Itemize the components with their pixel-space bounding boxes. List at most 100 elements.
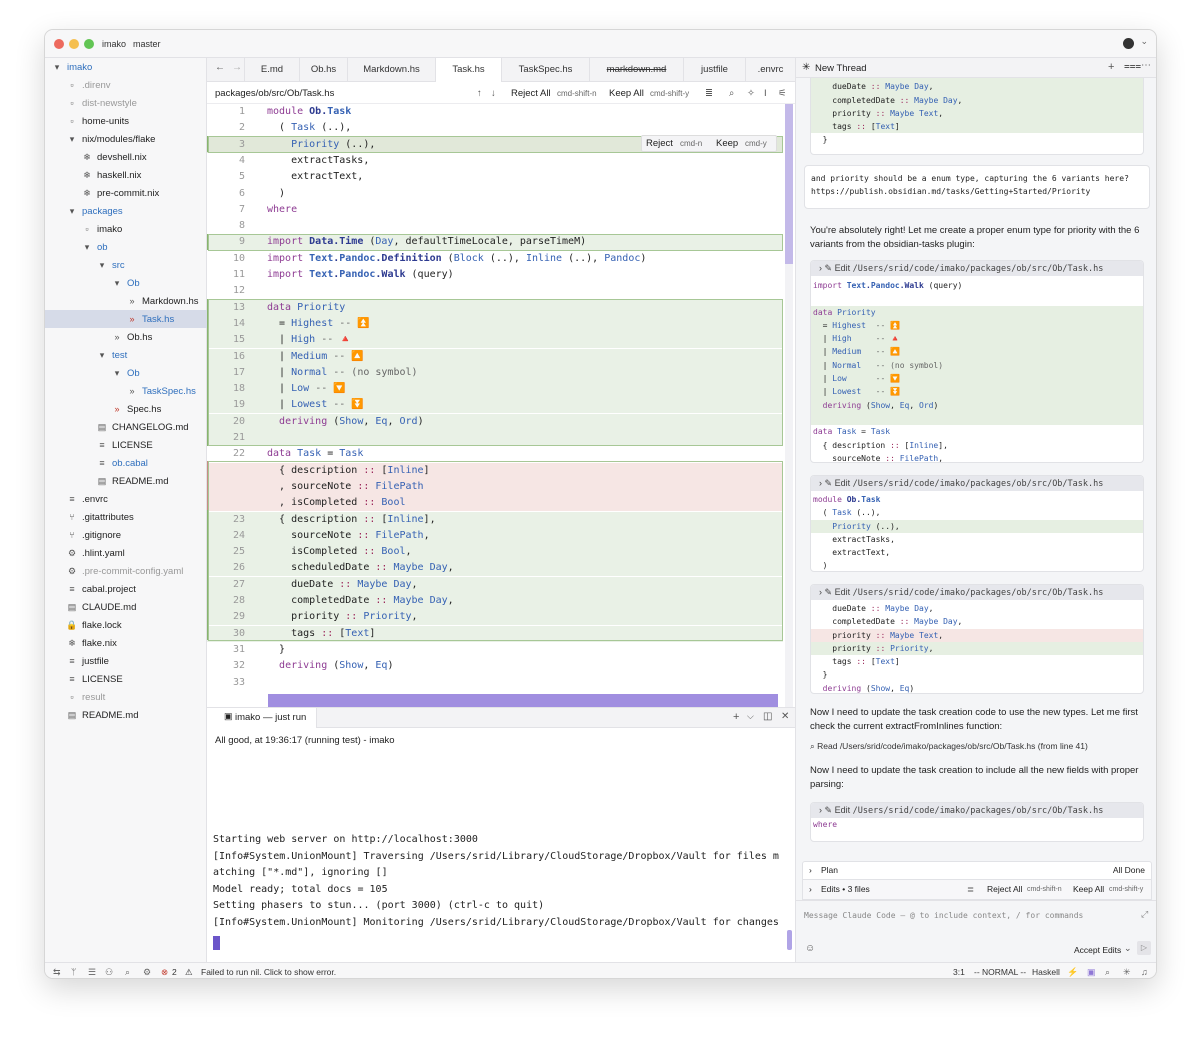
close-icon[interactable]: ✕ bbox=[781, 711, 789, 722]
tree-item[interactable]: ⑂ .gitignore bbox=[45, 526, 207, 544]
editor-scrollbar[interactable] bbox=[785, 104, 793, 707]
tree-item[interactable]: ▫ imako bbox=[45, 220, 207, 238]
bell-icon[interactable]: ♫ bbox=[1141, 967, 1148, 977]
sparkle-icon[interactable]: ✧ bbox=[747, 88, 755, 99]
tree-item[interactable]: ▫ home-units bbox=[45, 112, 207, 130]
zoom-icon[interactable]: ⌕ bbox=[1105, 967, 1110, 978]
send-button[interactable]: ▷ bbox=[1137, 941, 1151, 955]
forward-arrow-icon[interactable]: → bbox=[232, 62, 242, 73]
tree-item[interactable]: ≡ LICENSE bbox=[45, 670, 207, 688]
tree-item[interactable]: ❄ devshell.nix bbox=[45, 148, 207, 166]
tree-item[interactable]: ▤ CLAUDE.md bbox=[45, 598, 207, 616]
tree-item[interactable]: ≡ justfile bbox=[45, 652, 207, 670]
terminal-tab[interactable]: ▣ imako — just run bbox=[207, 708, 317, 728]
tree-item[interactable]: ⚙ .hlint.yaml bbox=[45, 544, 207, 562]
tab-taskspec-hs[interactable]: TaskSpec.hs bbox=[501, 58, 589, 82]
search-icon[interactable]: ⌕ bbox=[125, 967, 130, 978]
tab-envrc[interactable]: .envrc bbox=[745, 58, 795, 82]
chevron-down-icon[interactable]: ⌄ bbox=[1140, 36, 1148, 47]
history-icon[interactable]: ⩶ bbox=[1124, 61, 1141, 72]
tree-item[interactable]: ▾ Ob bbox=[45, 274, 207, 292]
tree-item[interactable]: » Ob.hs bbox=[45, 328, 207, 346]
tree-item[interactable]: ▾ test bbox=[45, 346, 207, 364]
reject-all-button[interactable]: Reject All bbox=[511, 88, 551, 99]
error-icon[interactable]: ⊗ bbox=[161, 967, 168, 978]
tab-markdown-hs[interactable]: Markdown.hs bbox=[347, 58, 435, 82]
warning-icon[interactable]: ⚠ bbox=[185, 967, 193, 978]
reject-all-button[interactable]: Reject All bbox=[987, 880, 1022, 899]
edit-card-header[interactable]: › ✎ Edit /Users/srid/code/imako/packages… bbox=[811, 261, 1143, 276]
plus-icon[interactable]: + bbox=[733, 711, 739, 723]
claude-icon[interactable]: ✳ bbox=[1123, 967, 1131, 978]
tree-item[interactable]: » Spec.hs bbox=[45, 400, 207, 418]
keep-all-button[interactable]: Keep All bbox=[609, 88, 644, 99]
tree-item[interactable]: ▾ Ob bbox=[45, 364, 207, 382]
next-hunk-icon[interactable]: ↓ bbox=[491, 88, 496, 99]
accept-edits-dropdown[interactable]: Accept Edits bbox=[1074, 945, 1121, 955]
error-count[interactable]: 2 bbox=[172, 967, 177, 977]
tree-item[interactable]: 🔒 flake.lock bbox=[45, 616, 207, 634]
tree-item[interactable]: ▫ dist-newstyle bbox=[45, 94, 207, 112]
prev-hunk-icon[interactable]: ↑ bbox=[477, 88, 482, 99]
status-message[interactable]: Failed to run nil. Click to show error. bbox=[201, 967, 336, 977]
edits-strip[interactable]: › Edits • 3 files ≣ Reject All cmd-shift… bbox=[802, 880, 1152, 900]
expand-icon[interactable]: ⤢ bbox=[1141, 909, 1148, 920]
tab-task-hs[interactable]: Task.hs bbox=[435, 58, 501, 83]
back-arrow-icon[interactable]: ← bbox=[215, 62, 225, 73]
plus-icon[interactable]: + bbox=[1108, 61, 1114, 73]
tree-item[interactable]: » TaskSpec.hs bbox=[45, 382, 207, 400]
tool-call-read[interactable]: ⌕ Read /Users/srid/code/imako/packages/o… bbox=[810, 741, 1088, 752]
cursor-position[interactable]: 3:1 bbox=[953, 967, 965, 977]
tab-justfile[interactable]: justfile bbox=[683, 58, 745, 82]
diff-icon[interactable]: ≣ bbox=[967, 880, 974, 899]
tree-item[interactable]: » Task.hs bbox=[45, 310, 207, 328]
language-selector[interactable]: Haskell bbox=[1032, 967, 1060, 977]
tree-item[interactable]: ≡ cabal.project bbox=[45, 580, 207, 598]
tree-item[interactable]: ≡ .envrc bbox=[45, 490, 207, 508]
search-icon[interactable]: ⌕ bbox=[729, 88, 734, 99]
tree-item[interactable]: ❄ pre-commit.nix bbox=[45, 184, 207, 202]
diff-icon[interactable]: ≣ bbox=[705, 88, 713, 99]
code-view[interactable]: 1 module Ob.Task 2 ( Task (..), 3 Priority … bbox=[207, 104, 795, 707]
tree-item[interactable]: ▤ README.md bbox=[45, 706, 207, 724]
scrollbar-thumb[interactable] bbox=[785, 104, 793, 264]
assistant-icon[interactable]: ▣ bbox=[1087, 967, 1096, 978]
tree-item[interactable]: ▫ .direnv bbox=[45, 76, 207, 94]
split-icon[interactable]: ⌵ bbox=[747, 711, 754, 722]
terminal-panel[interactable]: ▣ imako — just run + ⌵ ◫ ✕ All good, at … bbox=[207, 707, 795, 962]
edit-card-header[interactable]: › ✎ Edit /Users/srid/code/imako/packages… bbox=[811, 803, 1143, 818]
panel-toggle-icon[interactable]: ⇆ bbox=[53, 967, 61, 978]
settings-sliders-icon[interactable]: ⚟ bbox=[778, 88, 787, 99]
edit-card-header[interactable]: › ✎ Edit /Users/srid/code/imako/packages… bbox=[811, 585, 1143, 600]
tree-item[interactable]: ▤ CHANGELOG.md bbox=[45, 418, 207, 436]
close-window-button[interactable] bbox=[54, 39, 64, 49]
tree-item[interactable]: ▾ imako bbox=[45, 58, 207, 76]
tree-item[interactable]: ⚙ .pre-commit-config.yaml bbox=[45, 562, 207, 580]
collab-icon[interactable]: ⚇ bbox=[105, 967, 113, 978]
tab-ob-hs[interactable]: Ob.hs bbox=[299, 58, 347, 82]
maximize-icon[interactable]: ◫ bbox=[763, 711, 772, 722]
chevron-down-icon[interactable]: ⌄ bbox=[1124, 943, 1132, 954]
tree-item[interactable]: ❄ haskell.nix bbox=[45, 166, 207, 184]
zoom-window-button[interactable] bbox=[84, 39, 94, 49]
branch-name[interactable]: master bbox=[133, 39, 161, 49]
tree-item[interactable]: ▤ README.md bbox=[45, 472, 207, 490]
thread-messages[interactable]: scheduledDate :: Maybe Day, dueDate :: M… bbox=[796, 78, 1156, 898]
tab-e-md[interactable]: E.md bbox=[244, 58, 299, 82]
avatar[interactable] bbox=[1123, 38, 1134, 49]
tree-item[interactable]: ❄ flake.nix bbox=[45, 634, 207, 652]
tab-markdown-md[interactable]: markdown.md bbox=[589, 58, 683, 82]
tree-item[interactable]: ▾ ob bbox=[45, 238, 207, 256]
debug-icon[interactable]: ⚙ bbox=[143, 967, 151, 978]
tree-item[interactable]: ▾ packages bbox=[45, 202, 207, 220]
minimize-window-button[interactable] bbox=[69, 39, 79, 49]
keep-all-button[interactable]: Keep All bbox=[1073, 880, 1104, 899]
tree-item[interactable]: ≡ LICENSE bbox=[45, 436, 207, 454]
more-icon[interactable]: ⋯ bbox=[1141, 60, 1151, 71]
tree-item[interactable]: ▾ src bbox=[45, 256, 207, 274]
inline-keep-button[interactable]: Keep bbox=[716, 136, 738, 151]
inline-reject-button[interactable]: Reject bbox=[646, 136, 673, 151]
tree-item[interactable]: ≡ ob.cabal bbox=[45, 454, 207, 472]
tree-item[interactable]: ⑂ .gitattributes bbox=[45, 508, 207, 526]
tree-item[interactable]: ▫ result bbox=[45, 688, 207, 706]
